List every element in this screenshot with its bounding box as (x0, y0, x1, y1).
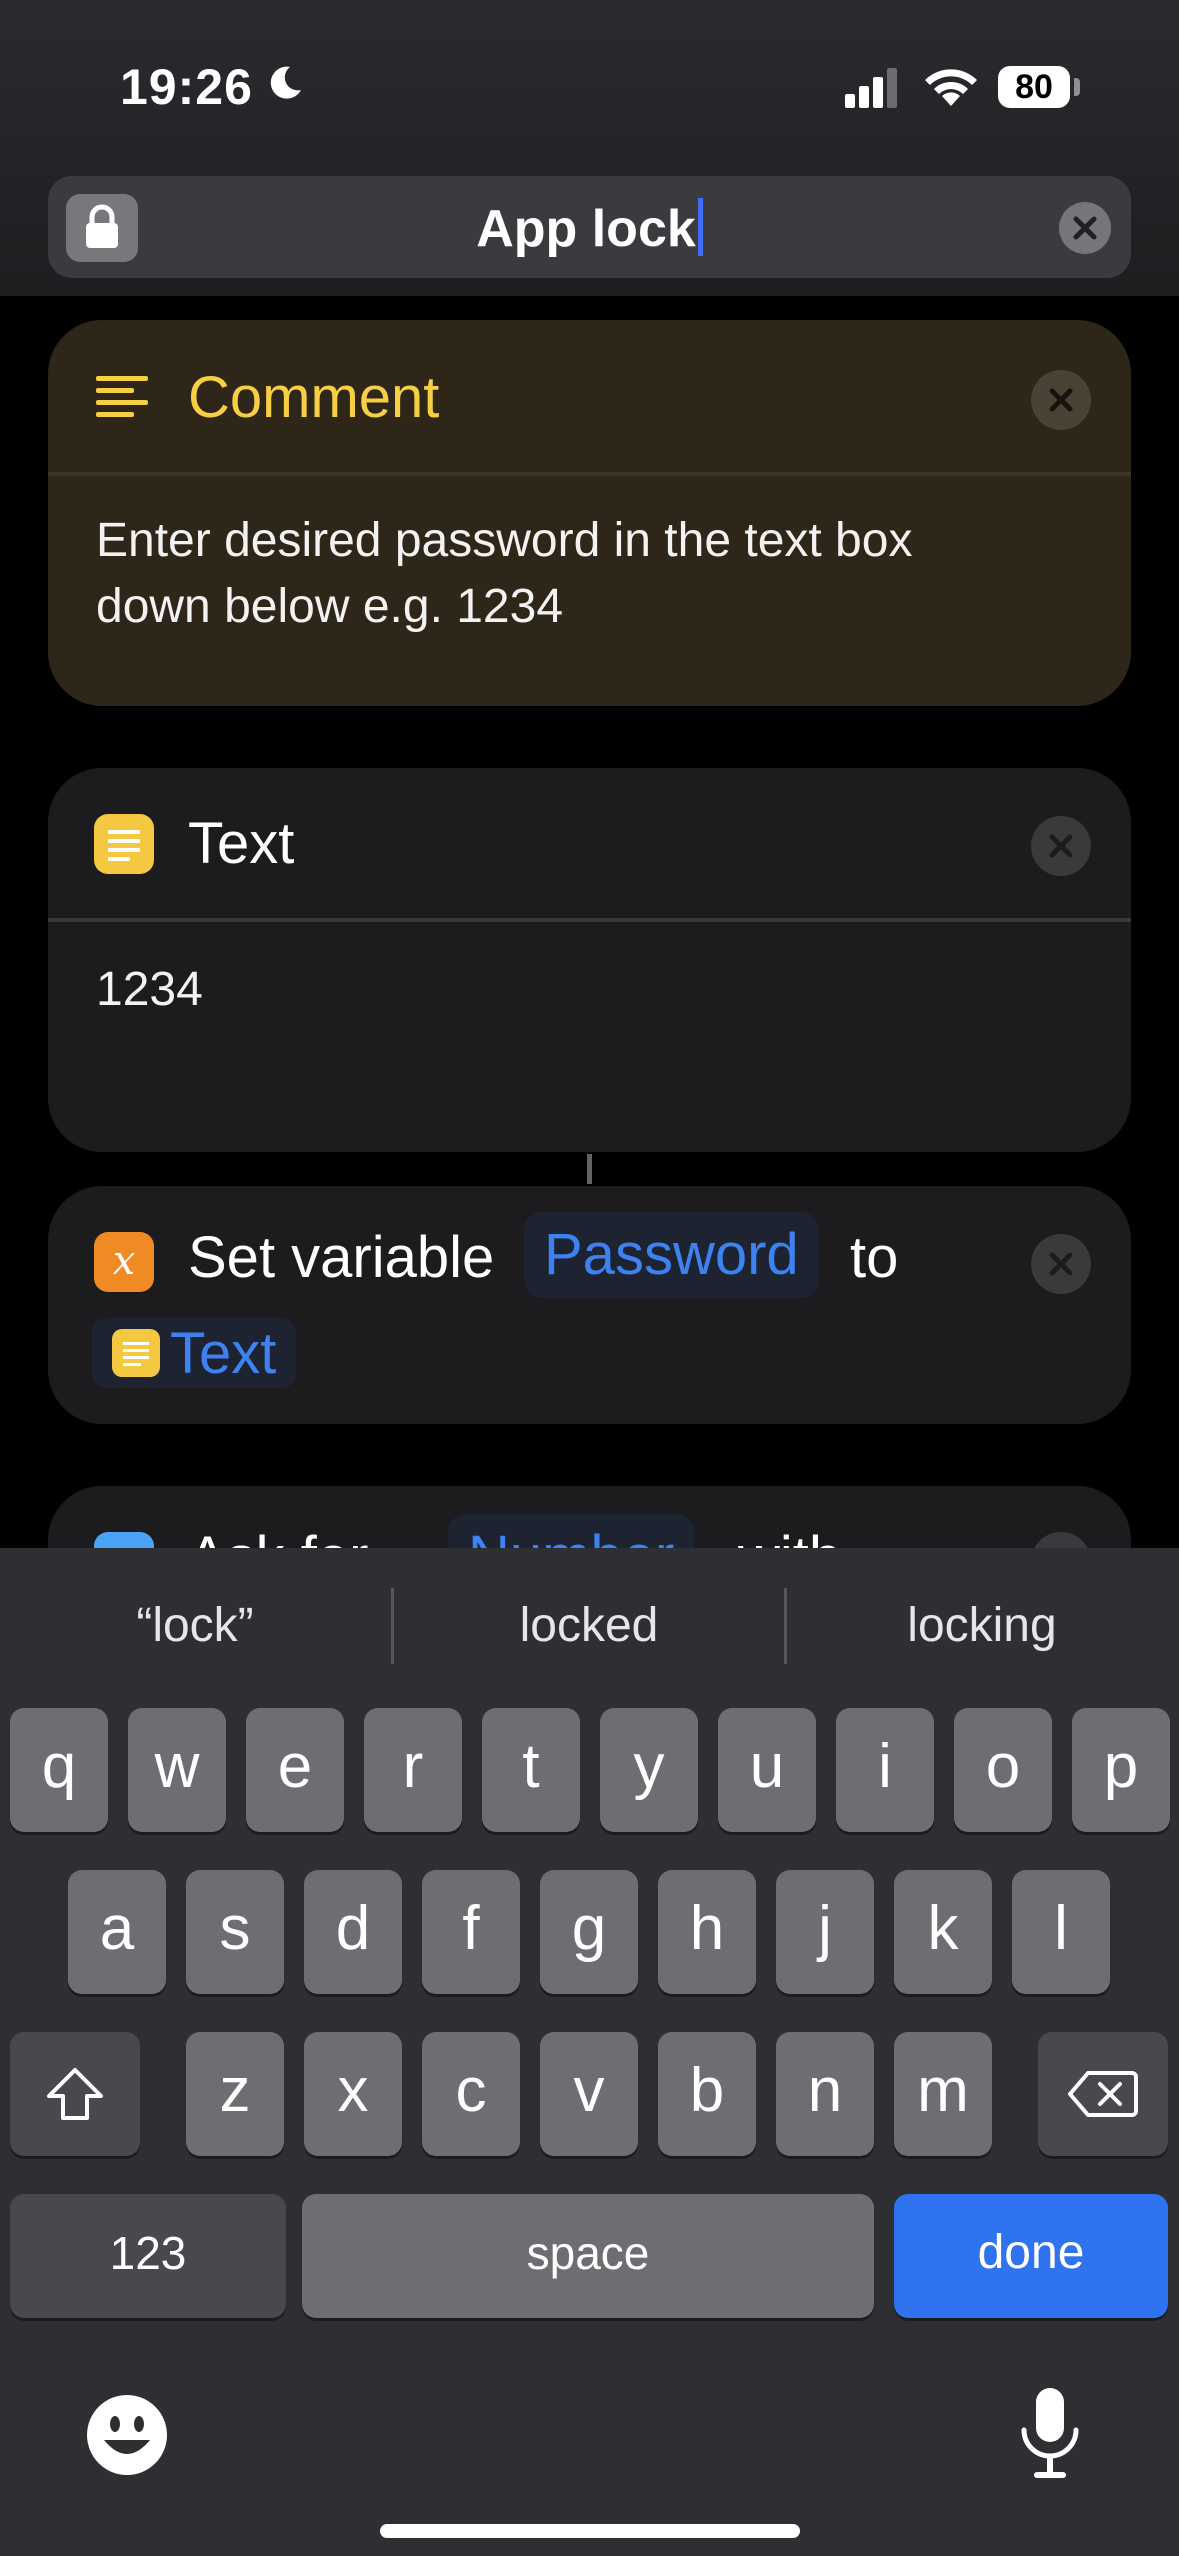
key-f[interactable]: f (422, 1870, 520, 1994)
comment-action-card[interactable]: Comment Enter desired password in the te… (48, 320, 1131, 706)
space-key[interactable]: space (302, 2194, 874, 2318)
text-action-card[interactable]: Text 1234 (48, 768, 1131, 1152)
shortcut-name-field[interactable]: App lock (48, 176, 1131, 278)
key-j[interactable]: j (776, 1870, 874, 1994)
key-e[interactable]: e (246, 1708, 344, 1832)
text-doc-icon (112, 1329, 160, 1377)
set-variable-action-card[interactable]: x Set variable Password to Text (48, 1186, 1131, 1424)
comment-title: Comment (188, 365, 440, 430)
key-v[interactable]: v (540, 2032, 638, 2156)
key-i[interactable]: i (836, 1708, 934, 1832)
key-c[interactable]: c (422, 2032, 520, 2156)
battery-tip (1074, 78, 1080, 96)
divider (48, 472, 1131, 476)
key-x[interactable]: x (304, 2032, 402, 2156)
remove-text-icon[interactable] (1031, 816, 1091, 876)
suggestion-1[interactable]: “lock” (0, 1598, 390, 1653)
clear-icon[interactable] (1059, 202, 1111, 254)
text-action-value[interactable]: 1234 (96, 962, 203, 1017)
key-m[interactable]: m (894, 2032, 992, 2156)
flow-connector (587, 1154, 592, 1184)
suggestion-3[interactable]: locking (787, 1598, 1177, 1653)
navigation-header: 19:26 80 App lock (0, 0, 1179, 296)
text-action-title: Text (188, 811, 295, 876)
input-variable-token[interactable]: Text (92, 1318, 297, 1388)
delete-key[interactable] (1038, 2032, 1168, 2156)
key-p[interactable]: p (1072, 1708, 1170, 1832)
home-indicator[interactable] (380, 2524, 800, 2538)
shift-key[interactable] (10, 2032, 140, 2156)
comment-lines-icon (96, 376, 148, 417)
key-b[interactable]: b (658, 2032, 756, 2156)
key-d[interactable]: d (304, 1870, 402, 1994)
comment-text[interactable]: Enter desired password in the text box d… (96, 508, 1011, 640)
key-w[interactable]: w (128, 1708, 226, 1832)
key-t[interactable]: t (482, 1708, 580, 1832)
suggestion-2[interactable]: locked (394, 1598, 784, 1653)
shortcut-name[interactable]: App lock (48, 198, 1131, 259)
wifi-icon (925, 69, 977, 106)
delete-icon (1068, 2071, 1138, 2117)
microphone-icon[interactable] (1016, 2386, 1084, 2482)
set-variable-label: Set variable (188, 1225, 495, 1290)
keyboard: “lock” locked locking q w e r t y u i o … (0, 1548, 1179, 2556)
key-l[interactable]: l (1012, 1870, 1110, 1994)
text-doc-icon (94, 814, 154, 874)
text-cursor (697, 198, 703, 256)
emoji-icon[interactable] (86, 2394, 168, 2476)
key-y[interactable]: y (600, 1708, 698, 1832)
key-h[interactable]: h (658, 1870, 756, 1994)
key-n[interactable]: n (776, 2032, 874, 2156)
shortcut-name-text: App lock (476, 200, 696, 258)
numbers-key[interactable]: 123 (10, 2194, 286, 2318)
key-s[interactable]: s (186, 1870, 284, 1994)
remove-comment-icon[interactable] (1031, 370, 1091, 430)
divider (48, 918, 1131, 922)
done-key[interactable]: done (894, 2194, 1168, 2318)
to-label: to (850, 1225, 899, 1290)
key-a[interactable]: a (68, 1870, 166, 1994)
key-r[interactable]: r (364, 1708, 462, 1832)
shift-icon (47, 2068, 103, 2120)
key-q[interactable]: q (10, 1708, 108, 1832)
moon-icon (270, 66, 301, 99)
status-time: 19:26 (120, 59, 253, 115)
remove-set-variable-icon[interactable] (1031, 1234, 1091, 1294)
key-z[interactable]: z (186, 2032, 284, 2156)
variable-icon: x (94, 1232, 154, 1292)
input-variable-label: Text (170, 1320, 277, 1386)
key-o[interactable]: o (954, 1708, 1052, 1832)
key-k[interactable]: k (894, 1870, 992, 1994)
key-u[interactable]: u (718, 1708, 816, 1832)
cellular-signal-icon (845, 68, 897, 108)
variable-name-token[interactable]: Password (524, 1212, 819, 1298)
key-g[interactable]: g (540, 1870, 638, 1994)
battery-icon: 80 (998, 66, 1070, 108)
